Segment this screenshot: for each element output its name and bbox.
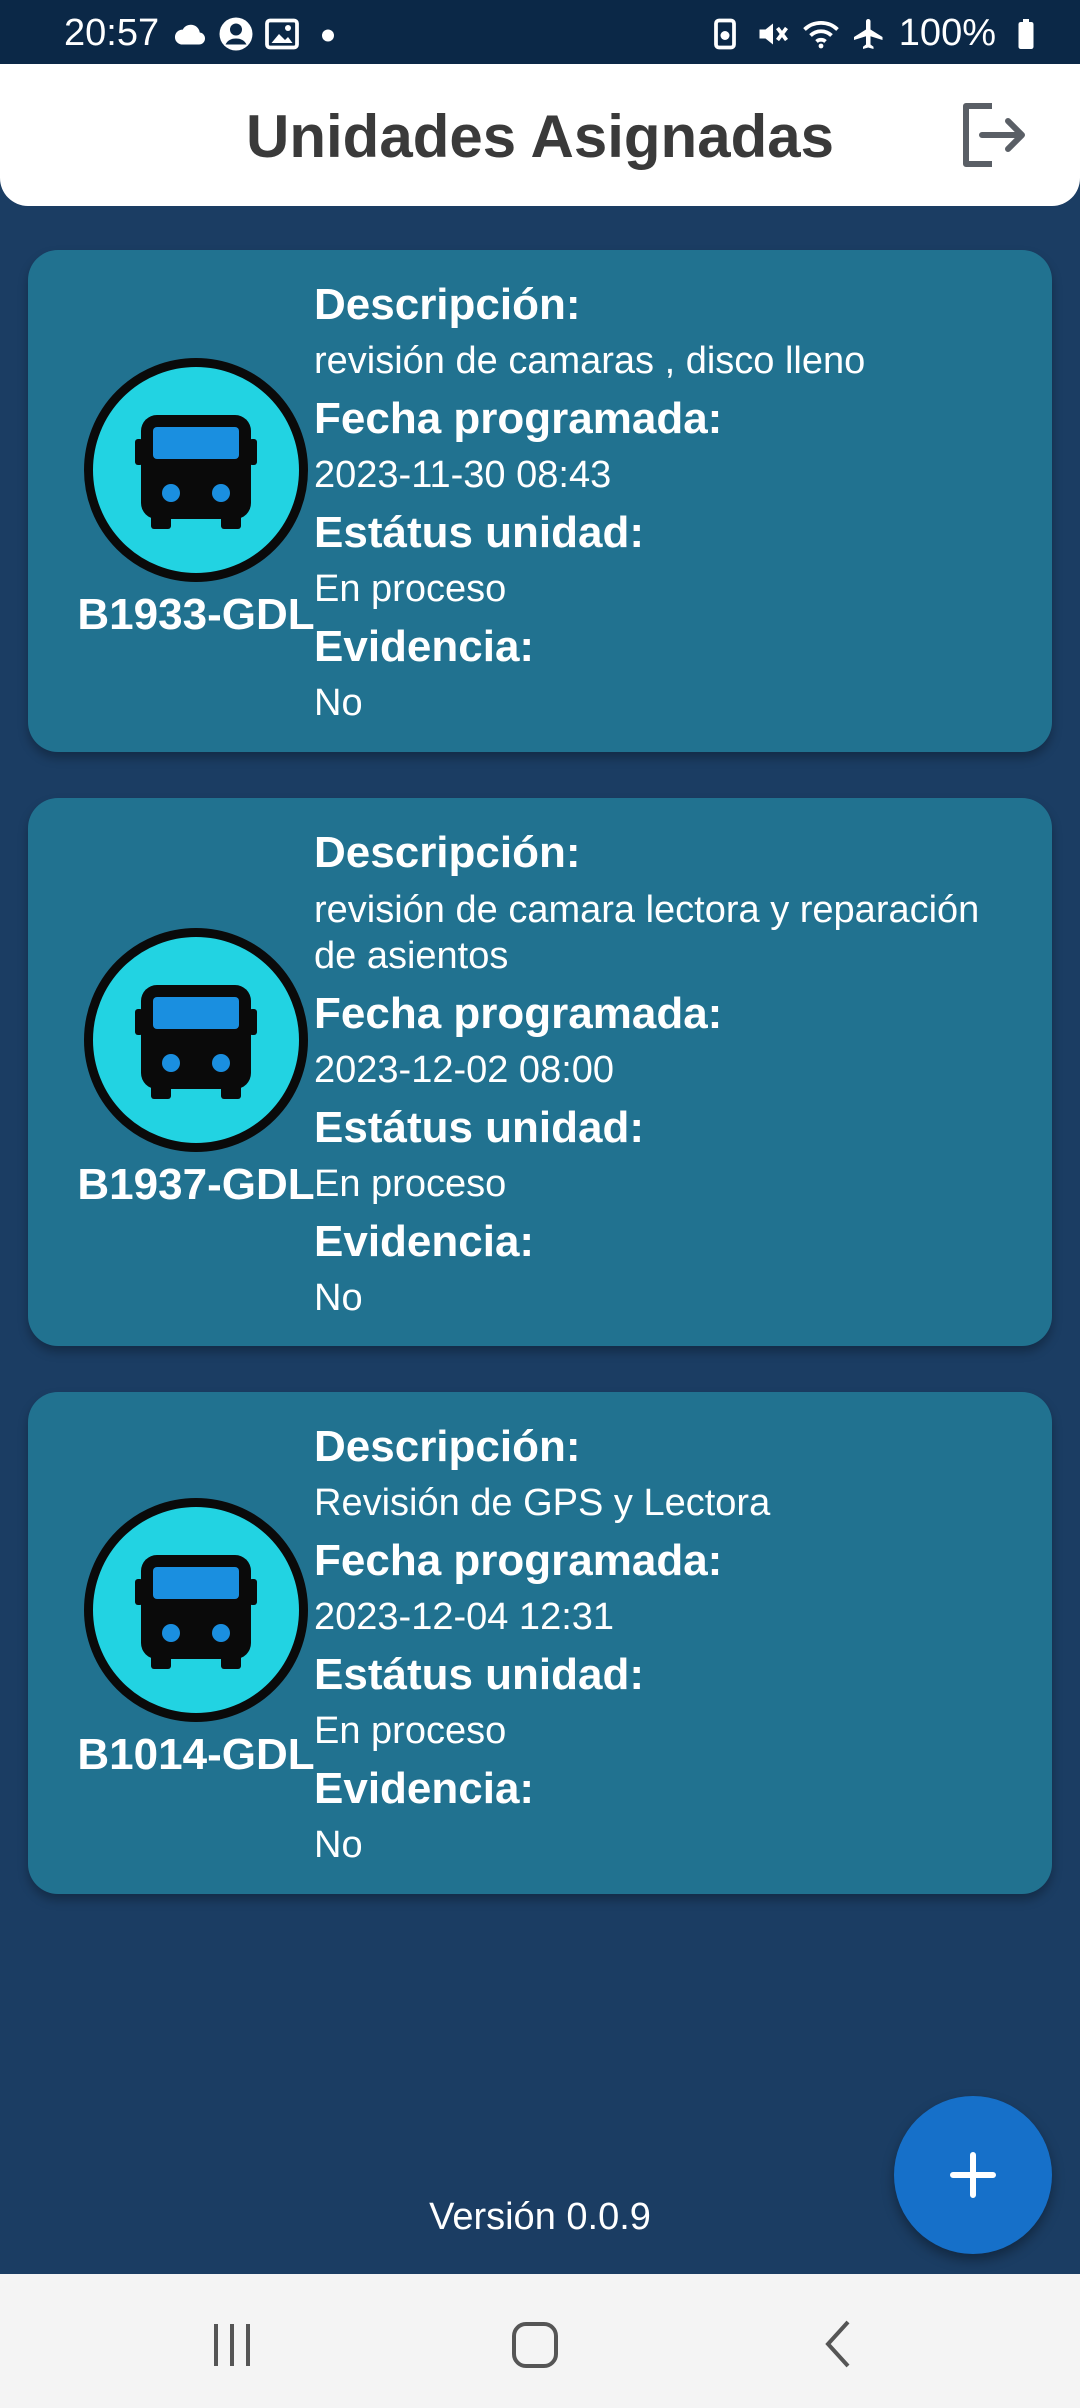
logout-icon bbox=[963, 103, 1025, 167]
unit-avatar bbox=[84, 358, 308, 582]
system-nav-bar bbox=[0, 2274, 1080, 2408]
recents-icon bbox=[214, 2324, 250, 2366]
unit-info: Descripción: revisión de camaras , disco… bbox=[314, 276, 1022, 732]
descripcion-value: Revisión de GPS y Lectora bbox=[314, 1482, 771, 1524]
battery-icon bbox=[1018, 18, 1034, 49]
recents-button[interactable] bbox=[192, 2304, 272, 2384]
cloud-icon bbox=[174, 24, 206, 45]
back-button[interactable] bbox=[798, 2304, 878, 2384]
unit-card[interactable]: B1014-GDL Descripción: Revisión de GPS y… bbox=[28, 1392, 1052, 1894]
estatus-label: Estátus unidad: bbox=[314, 1103, 645, 1152]
fecha-value: 2023-12-04 12:31 bbox=[314, 1596, 615, 1638]
dot-icon bbox=[322, 29, 334, 42]
mute-icon bbox=[759, 23, 788, 44]
descripcion-value: revisión de camara lectora y reparación … bbox=[314, 889, 980, 977]
logout-button[interactable] bbox=[952, 96, 1032, 176]
unit-avatar bbox=[84, 928, 308, 1152]
unit-card[interactable]: B1937-GDL Descripción: revisión de camar… bbox=[28, 798, 1052, 1346]
unit-avatar bbox=[84, 1498, 308, 1722]
bus-icon bbox=[135, 985, 257, 1099]
fecha-label: Fecha programada: bbox=[314, 989, 723, 1038]
home-button[interactable] bbox=[494, 2304, 574, 2384]
airplane-icon bbox=[853, 18, 883, 49]
estatus-value: En proceso bbox=[314, 1710, 507, 1752]
estatus-value: En proceso bbox=[314, 1163, 507, 1205]
fecha-label: Fecha programada: bbox=[314, 394, 723, 443]
battery-percent: 100% bbox=[898, 12, 996, 54]
bus-icon bbox=[135, 1555, 257, 1669]
unit-avatar-column: B1933-GDL bbox=[48, 250, 344, 752]
evidencia-value: No bbox=[314, 1277, 363, 1319]
account-icon bbox=[219, 17, 253, 51]
evidencia-label: Evidencia: bbox=[314, 1764, 535, 1813]
image-icon bbox=[265, 18, 299, 50]
descripcion-label: Descripción: bbox=[314, 828, 581, 877]
descripcion-label: Descripción: bbox=[314, 1422, 581, 1471]
evidencia-label: Evidencia: bbox=[314, 1217, 535, 1266]
evidencia-value: No bbox=[314, 1824, 363, 1866]
unit-info: Descripción: Revisión de GPS y Lectora F… bbox=[314, 1418, 1022, 1874]
add-button[interactable] bbox=[894, 2096, 1052, 2254]
unit-code: B1937-GDL bbox=[77, 1160, 315, 1209]
status-left-icons bbox=[172, 16, 346, 52]
app-header: Unidades Asignadas bbox=[0, 64, 1080, 206]
evidencia-value: No bbox=[314, 682, 363, 724]
fecha-value: 2023-11-30 08:43 bbox=[314, 454, 612, 496]
fecha-label: Fecha programada: bbox=[314, 1536, 723, 1585]
unit-code: B1014-GDL bbox=[77, 1730, 315, 1779]
unit-code: B1933-GDL bbox=[77, 590, 315, 639]
estatus-label: Estátus unidad: bbox=[314, 1650, 645, 1699]
plus-icon bbox=[950, 2152, 996, 2198]
wifi-icon bbox=[803, 20, 839, 48]
nfc-icon bbox=[713, 18, 736, 49]
unit-info: Descripción: revisión de camara lectora … bbox=[314, 824, 1022, 1327]
estatus-label: Estátus unidad: bbox=[314, 508, 645, 557]
status-right-icons: 100% bbox=[707, 12, 1044, 55]
status-time: 20:57 bbox=[64, 12, 160, 54]
fecha-value: 2023-12-02 08:00 bbox=[314, 1049, 615, 1091]
evidencia-label: Evidencia: bbox=[314, 622, 535, 671]
status-bar: 20:57 100% bbox=[0, 0, 1080, 68]
descripcion-label: Descripción: bbox=[314, 280, 581, 329]
descripcion-value: revisión de camaras , disco lleno bbox=[314, 340, 866, 382]
unit-avatar-column: B1014-GDL bbox=[48, 1392, 344, 1894]
unit-avatar-column: B1937-GDL bbox=[48, 798, 344, 1346]
page-title: Unidades Asignadas bbox=[246, 103, 834, 170]
home-icon bbox=[512, 2322, 558, 2368]
estatus-value: En proceso bbox=[314, 568, 507, 610]
back-icon bbox=[825, 2320, 850, 2368]
bus-icon bbox=[135, 415, 257, 529]
unit-card[interactable]: B1933-GDL Descripción: revisión de camar… bbox=[28, 250, 1052, 752]
